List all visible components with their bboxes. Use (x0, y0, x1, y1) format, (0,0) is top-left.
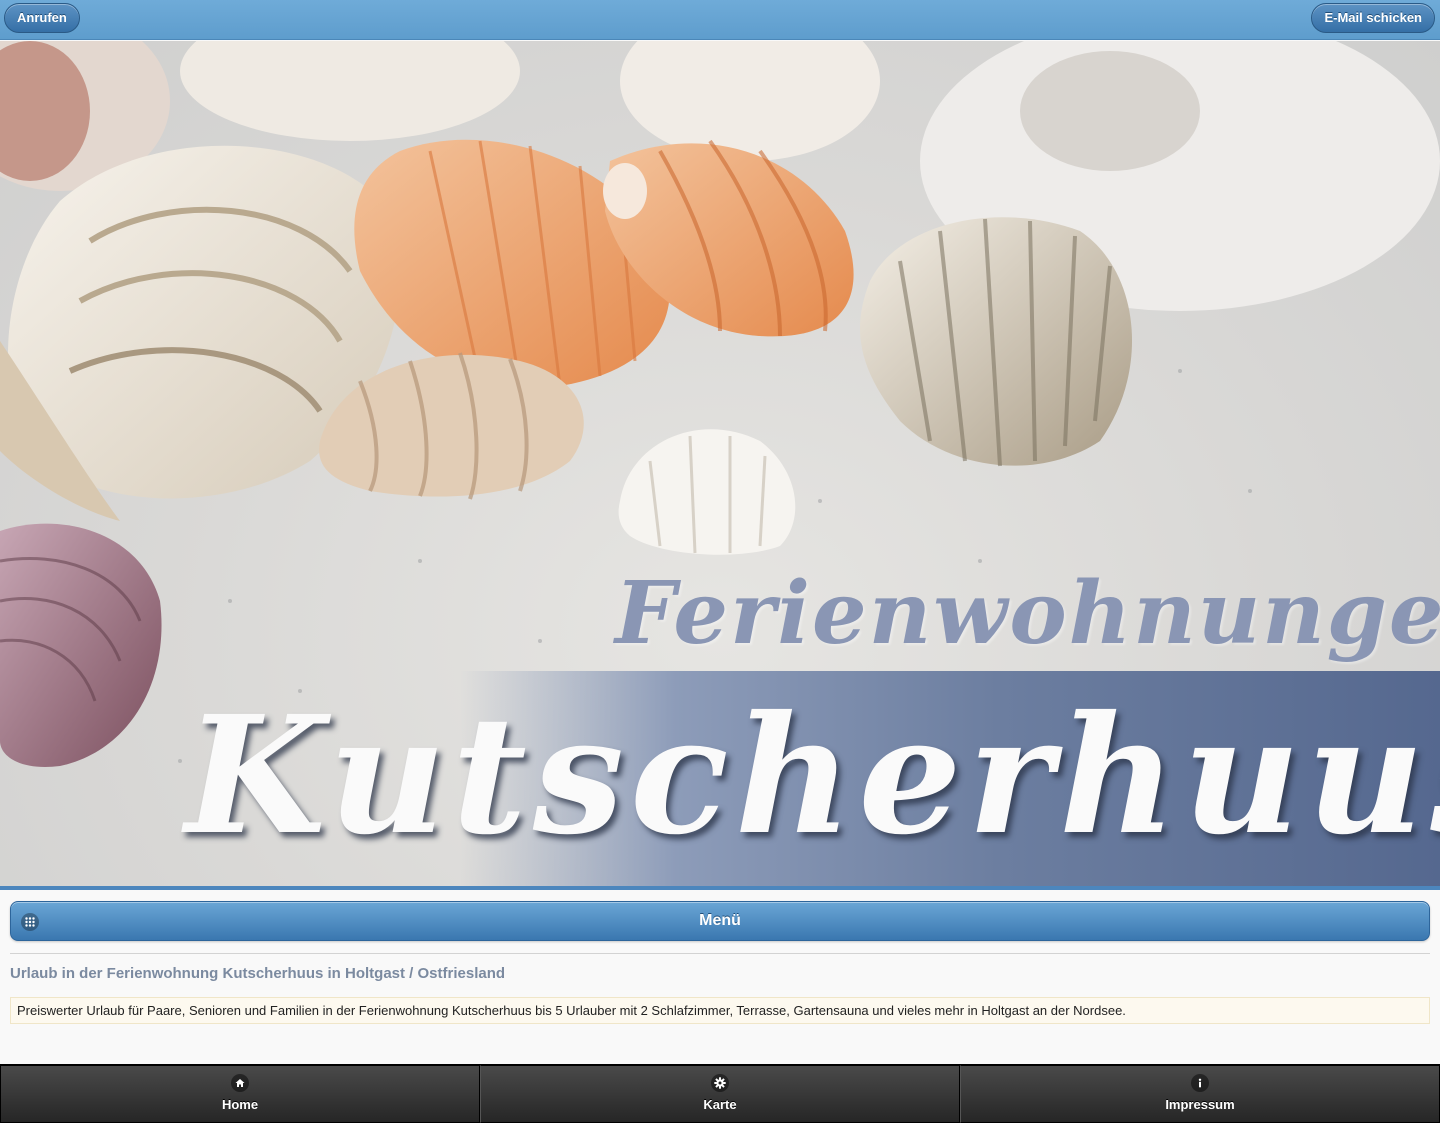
page-headline: Urlaub in der Ferienwohnung Kutscherhuus… (10, 965, 506, 982)
menu-button[interactable]: Menü (10, 901, 1430, 941)
hero-banner: Ferienwohnungen Kutscherhuus (0, 41, 1440, 886)
hero-title: Kutscherhuus (185, 681, 1440, 871)
description-box: Preiswerter Urlaub für Paare, Senioren u… (10, 997, 1430, 1024)
hero-subtitle: Ferienwohnungen (615, 563, 1440, 664)
gear-icon (711, 1074, 729, 1092)
tab-impressum[interactable]: Impressum (960, 1065, 1440, 1123)
home-icon (231, 1074, 249, 1092)
hero-divider (0, 886, 1440, 890)
tab-home-label: Home (221, 1097, 259, 1112)
tab-karte[interactable]: Karte (480, 1065, 960, 1123)
info-icon (1191, 1074, 1209, 1092)
content-divider (10, 953, 1430, 954)
footer-navbar: Home Karte Impressum (0, 1064, 1440, 1123)
header-bar: Anrufen E-Mail schicken (0, 0, 1440, 40)
email-button[interactable]: E-Mail schicken (1311, 3, 1435, 33)
menu-label: Menü (699, 912, 741, 929)
tab-impressum-label: Impressum (1165, 1097, 1235, 1112)
call-button[interactable]: Anrufen (4, 3, 80, 33)
tab-home[interactable]: Home (0, 1065, 480, 1123)
tab-karte-label: Karte (703, 1097, 737, 1112)
